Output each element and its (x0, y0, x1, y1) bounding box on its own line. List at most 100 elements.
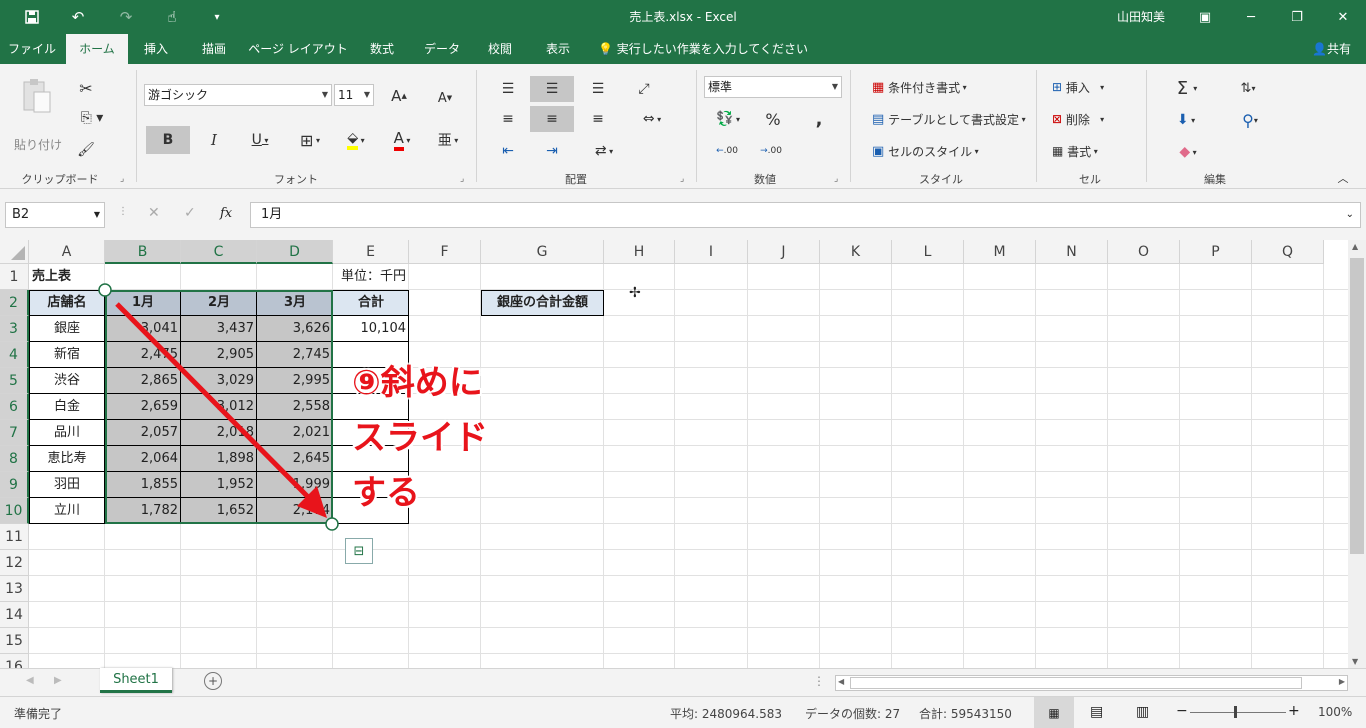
font-name-box[interactable]: 游ゴシック ▼ (144, 84, 332, 106)
value-cell[interactable]: 2,745 (257, 342, 333, 368)
row-header[interactable]: 5 (0, 368, 29, 394)
scroll-right-icon[interactable]: ▶ (1339, 677, 1345, 686)
zoom-in-button[interactable]: + (1288, 703, 1300, 719)
value-cell[interactable]: 2,905 (181, 342, 257, 368)
row-header[interactable]: 7 (0, 420, 29, 446)
zoom-level[interactable]: 100% (1318, 705, 1352, 719)
total-cell[interactable]: 10,104 (333, 316, 409, 342)
tab-split-icon[interactable]: ⋮ (813, 674, 825, 688)
select-all-button[interactable] (0, 240, 29, 264)
clear-icon[interactable]: ◆ ▾ (1168, 140, 1208, 164)
status-sum[interactable]: 合計: 59543150 (919, 705, 1012, 722)
horizontal-scrollbar[interactable]: ◀ ▶ (835, 675, 1348, 691)
worksheet-grid[interactable]: ABCDEFGHIJKLMNOPQ 1 2 3 4 5 6 7 8 9 10 11 12 13 14 15 1… (0, 240, 1348, 668)
font-launcher-icon[interactable]: ⌟ (460, 174, 464, 184)
value-cell[interactable]: 3,437 (181, 316, 257, 342)
font-size-box[interactable]: 11 ▼ (334, 84, 374, 106)
column-header[interactable]: A (29, 240, 105, 264)
sheet-title-cell[interactable]: 売上表 (29, 264, 105, 290)
clipboard-launcher-icon[interactable]: ⌟ (120, 174, 124, 184)
store-cell[interactable]: 立川 (29, 498, 105, 524)
column-header[interactable]: I (675, 240, 748, 264)
value-cell[interactable]: 1,898 (181, 446, 257, 472)
row-header[interactable]: 11 (0, 524, 29, 550)
value-cell[interactable]: 2,995 (257, 368, 333, 394)
fill-icon[interactable]: ⬇ ▾ (1166, 108, 1206, 132)
comma-button[interactable]: , (806, 106, 832, 132)
insert-function-button[interactable]: fx (220, 206, 232, 221)
tab-page-layout[interactable]: ページ レイアウト (246, 34, 350, 64)
accounting-format-icon[interactable]: 💱 ▾ (708, 106, 748, 132)
column-header[interactable]: D (257, 240, 333, 264)
zoom-slider[interactable] (1190, 712, 1286, 713)
format-cells-button[interactable]: ▦ 書式 ▾ (1052, 140, 1132, 162)
shrink-font-button[interactable]: A ▼ (432, 86, 458, 110)
row-header[interactable]: 6 (0, 394, 29, 420)
value-cell[interactable]: 2,558 (257, 394, 333, 420)
copy-icon[interactable]: ⎘ ▾ (72, 106, 112, 130)
value-cell[interactable]: 2,475 (105, 342, 181, 368)
column-header[interactable]: G (481, 240, 604, 264)
vertical-scrollbar[interactable]: ▲ ▼ (1348, 240, 1366, 668)
value-cell[interactable]: 2,865 (105, 368, 181, 394)
collapse-ribbon-icon[interactable]: ︿ (1334, 170, 1352, 186)
header-cell[interactable]: 3月 (257, 290, 333, 316)
sheet-tab-sheet1[interactable]: Sheet1 (100, 668, 172, 693)
normal-view-icon[interactable]: ▦ (1034, 697, 1074, 728)
row-header[interactable]: 2 (0, 290, 29, 316)
value-cell[interactable]: 2,174 (257, 498, 333, 524)
store-cell[interactable]: 新宿 (29, 342, 105, 368)
value-cell[interactable]: 2,659 (105, 394, 181, 420)
formula-input[interactable]: 1月 ⌄ (250, 202, 1361, 228)
grow-font-button[interactable]: A ▲ (386, 84, 412, 108)
status-count[interactable]: データの個数: 27 (805, 705, 900, 722)
name-box[interactable]: B2 ▼ (5, 202, 105, 228)
decrease-decimal-icon[interactable]: → .00 (756, 138, 786, 164)
row-header[interactable]: 8 (0, 446, 29, 472)
unit-cell[interactable]: 単位：千円 (333, 264, 409, 290)
row-header[interactable]: 3 (0, 316, 29, 342)
percent-button[interactable]: % (760, 106, 786, 132)
status-average[interactable]: 平均: 2480964.583 (670, 705, 782, 722)
find-select-icon[interactable]: ⚲ ▾ (1232, 108, 1268, 132)
store-cell[interactable]: 品川 (29, 420, 105, 446)
column-header[interactable]: B (105, 240, 181, 264)
row-header[interactable]: 13 (0, 576, 29, 602)
tab-review[interactable]: 校閲 (472, 34, 528, 64)
cut-icon[interactable]: ✂ (72, 76, 100, 100)
formula-bar-grip-icon[interactable]: ⋮ (118, 206, 128, 217)
value-cell[interactable]: 3,012 (181, 394, 257, 420)
value-cell[interactable]: 2,064 (105, 446, 181, 472)
tab-home[interactable]: ホーム (66, 34, 128, 64)
value-cell[interactable]: 1,782 (105, 498, 181, 524)
value-cell[interactable]: 2,021 (257, 420, 333, 446)
expand-formula-icon[interactable]: ⌄ (1346, 203, 1354, 227)
paste-icon[interactable] (14, 76, 58, 116)
insert-cells-button[interactable]: ⊞ 挿入 ▾ (1052, 76, 1132, 98)
page-break-view-icon[interactable]: ▥ (1136, 704, 1149, 720)
number-format-box[interactable]: 標準 ▼ (704, 76, 842, 98)
autosum-button[interactable]: Σ ▾ (1164, 76, 1210, 100)
number-launcher-icon[interactable]: ⌟ (834, 174, 838, 184)
value-cell[interactable]: 2,645 (257, 446, 333, 472)
row-header[interactable]: 14 (0, 602, 29, 628)
row-header[interactable]: 9 (0, 472, 29, 498)
increase-decimal-icon[interactable]: ← .00 (712, 138, 742, 164)
align-middle-icon[interactable]: ☰ (530, 76, 574, 102)
tab-view[interactable]: 表示 (530, 34, 586, 64)
format-as-table-button[interactable]: ▤ テーブルとして書式設定 ▾ (872, 108, 1032, 130)
phonetic-icon[interactable]: 亜 ▾ (430, 126, 466, 154)
value-cell[interactable]: 1,652 (181, 498, 257, 524)
delete-cells-button[interactable]: ⊠ 削除 ▾ (1052, 108, 1132, 130)
scroll-thumb[interactable] (1350, 258, 1364, 554)
store-cell[interactable]: 羽田 (29, 472, 105, 498)
cell-styles-button[interactable]: ▣ セルのスタイル ▾ (872, 140, 1032, 162)
column-header[interactable]: F (409, 240, 481, 264)
header-cell[interactable]: 2月 (181, 290, 257, 316)
column-header[interactable]: M (964, 240, 1036, 264)
font-color-icon[interactable]: A ▾ (382, 126, 422, 154)
value-cell[interactable]: 2,018 (181, 420, 257, 446)
store-cell[interactable]: 銀座 (29, 316, 105, 342)
ribbon-display-icon[interactable]: ▣ (1182, 0, 1228, 34)
increase-indent-icon[interactable]: ⇥ (538, 138, 566, 164)
